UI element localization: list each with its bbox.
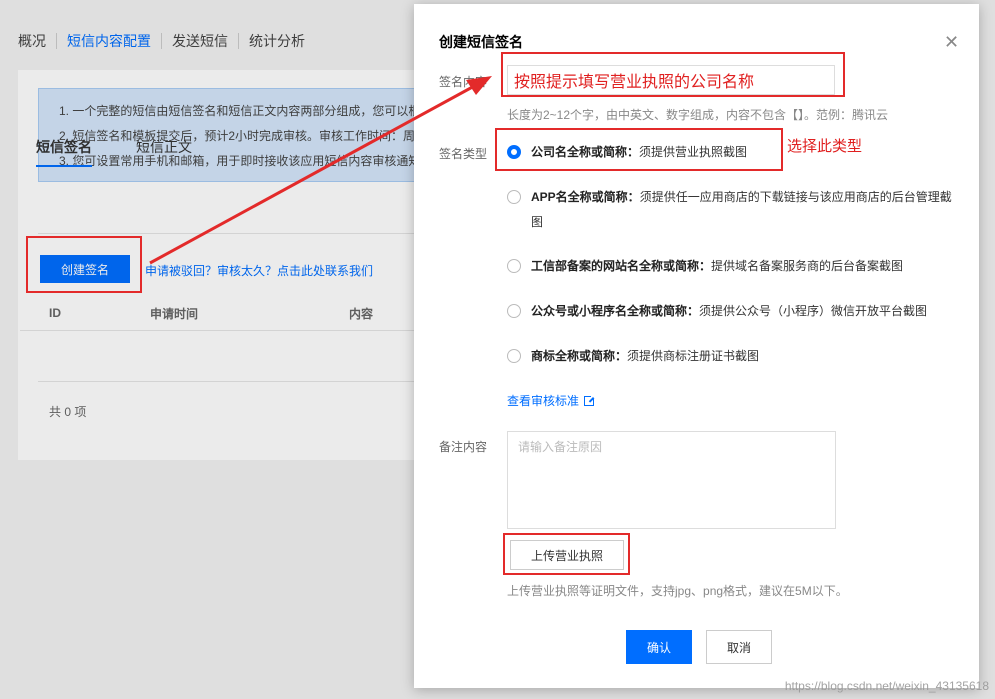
watermark: https://blog.csdn.net/weixin_43135618 (784, 679, 989, 693)
annotation-arrow (149, 76, 492, 265)
